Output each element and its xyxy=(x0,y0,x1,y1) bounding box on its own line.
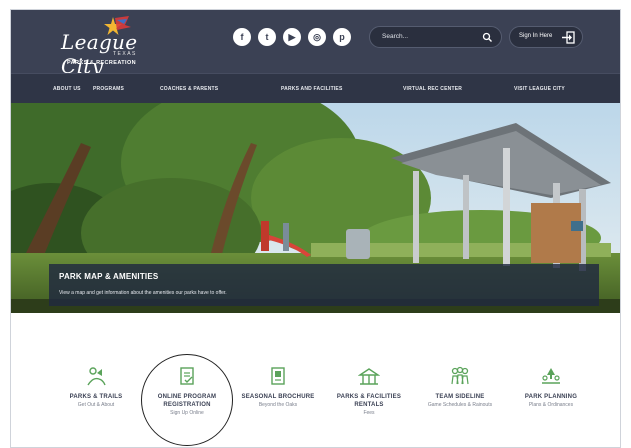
quick-link-subtitle: Fees xyxy=(363,410,375,416)
registration-icon xyxy=(180,367,194,385)
hero-description: View a map and get information about the… xyxy=(59,290,227,296)
nav-coaches-parents[interactable]: COACHES & PARENTS xyxy=(160,86,218,92)
nav-parks-facilities[interactable]: PARKS AND FACILITIES xyxy=(281,86,343,92)
quick-link-subtitle: Get Out & About xyxy=(77,402,115,408)
logo-subtitle: PARKS & RECREATION xyxy=(67,60,137,66)
hero-caption-panel[interactable]: PARK MAP & AMENITIES View a map and get … xyxy=(49,264,599,306)
nav-visit-league-city[interactable]: VISIT LEAGUE CITY xyxy=(514,86,565,92)
social-links: f t ▶ ◎ p xyxy=(233,28,351,46)
quick-link-park-planning[interactable]: PARK PLANNING Plans & Ordinances xyxy=(506,365,596,409)
quick-link-online-registration[interactable]: ONLINE PROGRAM REGISTRATION Sign Up Onli… xyxy=(142,365,232,417)
search-placeholder: Search... xyxy=(382,33,409,40)
nav-about-us[interactable]: ABOUT US xyxy=(53,86,81,92)
sign-in-label: Sign In Here xyxy=(519,33,553,39)
logo-state: TEXAS xyxy=(113,51,137,57)
quick-link-title: PARKS & TRAILS xyxy=(69,394,123,400)
browser-frame: League City TEXAS PARKS & RECREATION f t… xyxy=(10,9,621,448)
quick-link-subtitle: Sign Up Online xyxy=(170,410,204,416)
quick-link-title: TEAM SIDELINE xyxy=(435,394,485,400)
nav-virtual-rec-center[interactable]: VIRTUAL REC CENTER xyxy=(403,86,462,92)
nav-programs[interactable]: PROGRAMS xyxy=(93,86,124,92)
league-city-logo[interactable]: League City TEXAS PARKS & RECREATION xyxy=(55,14,165,78)
pavilion-icon xyxy=(358,368,380,385)
quick-link-subtitle: Game Schedules & Rainouts xyxy=(427,402,493,408)
pinterest-icon[interactable]: p xyxy=(333,28,351,46)
sign-in-icon xyxy=(562,31,575,44)
quick-link-parks-trails[interactable]: PARKS & TRAILS Get Out & About xyxy=(51,365,141,409)
quick-link-seasonal-brochure[interactable]: SEASONAL BROCHURE Beyond the Oaks xyxy=(233,365,323,409)
twitter-icon[interactable]: t xyxy=(258,28,276,46)
quick-link-title: PARKS & FACILITIES RENTALS xyxy=(336,394,402,408)
brochure-icon xyxy=(271,367,285,385)
quick-links: PARKS & TRAILS Get Out & About ONLINE PR… xyxy=(11,313,620,447)
sign-in-button[interactable]: Sign In Here xyxy=(509,26,583,48)
quick-link-title: SEASONAL BROCHURE xyxy=(241,394,315,400)
quick-link-team-sideline[interactable]: TEAM SIDELINE Game Schedules & Rainouts xyxy=(415,365,505,409)
site-header: League City TEXAS PARKS & RECREATION f t… xyxy=(11,10,620,78)
hero-banner[interactable]: PARK MAP & AMENITIES View a map and get … xyxy=(11,103,620,313)
main-nav: ABOUT US PROGRAMS COACHES & PARENTS PARK… xyxy=(11,73,620,103)
trail-icon xyxy=(87,367,106,386)
team-icon xyxy=(451,366,469,385)
facebook-icon[interactable]: f xyxy=(233,28,251,46)
quick-link-subtitle: Plans & Ordinances xyxy=(528,402,574,408)
search-input[interactable]: Search... xyxy=(369,26,502,48)
quick-link-facility-rentals[interactable]: PARKS & FACILITIES RENTALS Fees xyxy=(324,365,414,417)
planning-icon xyxy=(542,368,560,384)
youtube-icon[interactable]: ▶ xyxy=(283,28,301,46)
page: League City TEXAS PARKS & RECREATION f t… xyxy=(0,0,631,448)
hero-title: PARK MAP & AMENITIES xyxy=(59,272,159,281)
quick-link-subtitle: Beyond the Oaks xyxy=(258,402,298,408)
quick-link-title: PARK PLANNING xyxy=(524,394,578,400)
quick-link-title: ONLINE PROGRAM REGISTRATION xyxy=(157,394,217,408)
instagram-icon[interactable]: ◎ xyxy=(308,28,326,46)
search-icon[interactable] xyxy=(482,32,493,43)
